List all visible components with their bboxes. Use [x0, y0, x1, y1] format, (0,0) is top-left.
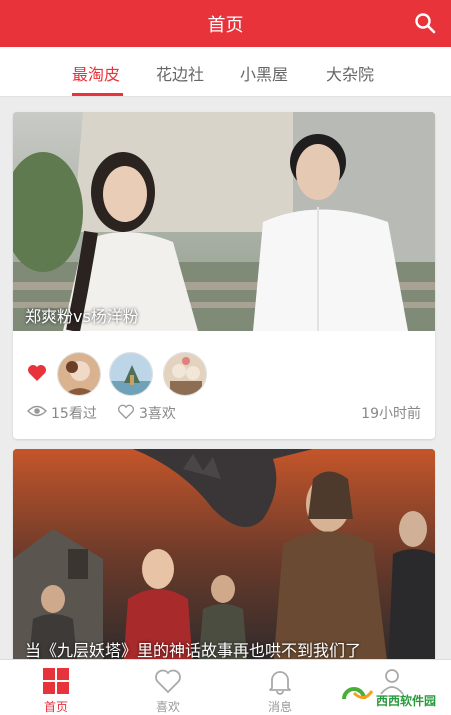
- nav-home-label: 首页: [43, 700, 68, 714]
- card-caption: 当《九层妖塔》里的神话故事再也哄不到我们了: [25, 641, 362, 660]
- avatar[interactable]: [163, 352, 207, 396]
- watermark-swoosh-icon: [342, 687, 374, 700]
- view-count: 15看过: [51, 406, 97, 422]
- avatar[interactable]: [109, 352, 153, 396]
- tab-dazayuan[interactable]: 大杂院: [326, 61, 374, 85]
- nav-likes-label: 喜欢: [155, 700, 180, 714]
- card-photo[interactable]: 郑爽粉vs杨洋粉: [13, 112, 435, 331]
- feed-card[interactable]: 郑爽粉vs杨洋粉 15看过 3喜欢 19小时前: [13, 112, 435, 439]
- search-icon[interactable]: [414, 12, 436, 34]
- app-header: 首页: [0, 0, 451, 47]
- nav-home[interactable]: 首页: [0, 660, 112, 715]
- eye-icon: [27, 405, 47, 417]
- tab-zuitaopi[interactable]: 最淘皮: [72, 61, 120, 85]
- heart-filled-icon[interactable]: [27, 364, 47, 382]
- heart-icon: [155, 669, 181, 694]
- card-caption: 郑爽粉vs杨洋粉: [25, 307, 139, 326]
- post-time: 19小时前: [361, 406, 421, 422]
- tab-huabianshe[interactable]: 花边社: [156, 61, 204, 85]
- avatar[interactable]: [57, 352, 101, 396]
- page-title: 首页: [207, 15, 244, 36]
- nav-messages[interactable]: 消息: [224, 660, 336, 715]
- card-photo-art: [13, 449, 435, 669]
- home-grid-icon: [43, 668, 69, 694]
- active-tab-indicator: [72, 93, 123, 96]
- feed-card[interactable]: 当《九层妖塔》里的神话故事再也哄不到我们了: [13, 449, 435, 669]
- nav-messages-label: 消息: [267, 700, 292, 714]
- bell-icon: [269, 671, 291, 695]
- watermark-logo: 西西软件园: [340, 685, 450, 713]
- nav-likes[interactable]: 喜欢: [112, 660, 224, 715]
- card-photo[interactable]: 当《九层妖塔》里的神话故事再也哄不到我们了: [13, 449, 435, 669]
- liked-by-row: [13, 352, 435, 396]
- heart-outline-icon[interactable]: [117, 404, 135, 420]
- like-count: 3喜欢: [139, 406, 176, 422]
- tab-xiaoheiwu[interactable]: 小黑屋: [240, 61, 288, 85]
- category-tabs: 最淘皮 花边社 小黑屋 大杂院: [0, 47, 451, 97]
- card-stats: 15看过 3喜欢 19小时前: [13, 401, 435, 425]
- watermark-text: 西西软件园: [376, 694, 437, 708]
- card-photo-art: [13, 112, 435, 331]
